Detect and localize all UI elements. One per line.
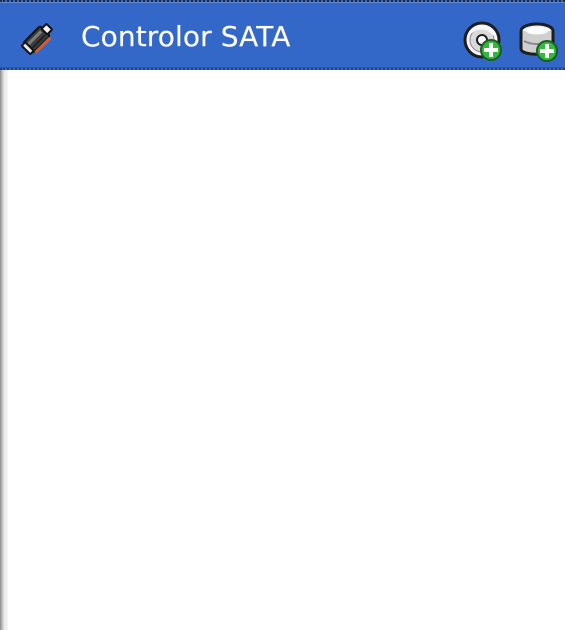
attached-devices-list[interactable] [8,70,565,630]
add-hard-disk-icon [519,22,558,62]
add-hard-disk-button[interactable] [516,20,560,64]
controller-title: Controlor SATA [81,20,291,53]
add-optical-drive-button[interactable] [462,20,506,64]
controller-header-row[interactable]: Controlor SATA [0,0,565,70]
controller-header-inner: Controlor SATA [0,2,565,68]
storage-controller-icon [16,16,60,60]
add-optical-drive-icon [463,21,502,61]
panel-left-border [0,0,8,630]
storage-controller-panel: Controlor SATA [0,0,565,630]
